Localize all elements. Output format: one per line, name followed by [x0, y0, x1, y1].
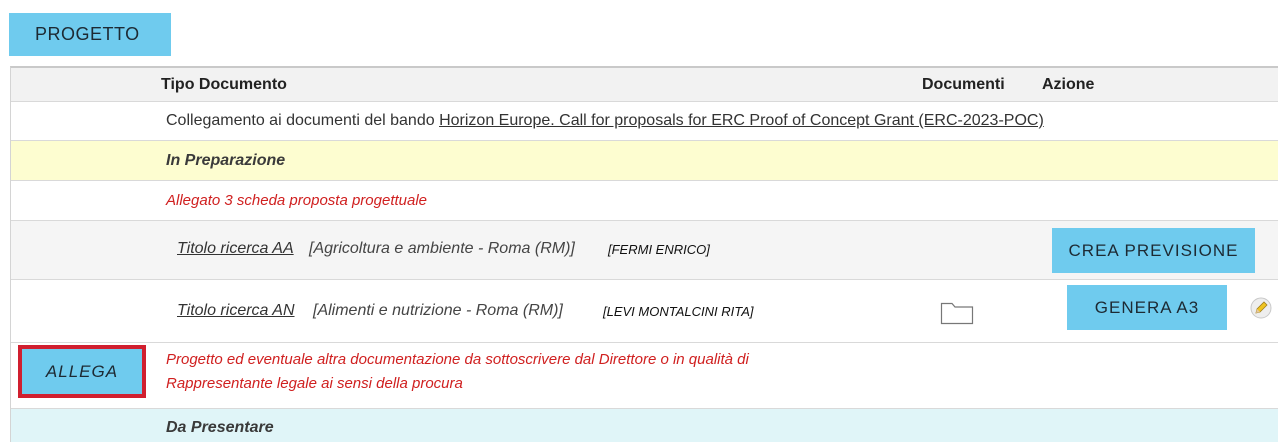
allega-description-line2: Rappresentante legale ai sensi della pro…: [166, 375, 463, 392]
bando-link-row: Collegamento ai documenti del bando Hori…: [11, 102, 1278, 141]
bando-link-text: Collegamento ai documenti del bando Hori…: [166, 112, 1044, 130]
allega-row: ALLEGA Progetto ed eventuale altra docum…: [11, 343, 1278, 409]
header-azione: Azione: [1042, 76, 1095, 93]
bando-link[interactable]: Horizon Europe. Call for proposals for E…: [439, 112, 1044, 129]
section-title-preparazione: In Preparazione: [166, 152, 286, 169]
section-in-preparazione: In Preparazione: [11, 141, 1278, 181]
item-title-link[interactable]: Titolo ricerca AA: [177, 240, 294, 258]
item-person: [FERMI ENRICO]: [608, 242, 710, 257]
folder-icon[interactable]: [940, 299, 974, 325]
section-da-presentare: Da Presentare: [11, 409, 1278, 442]
allega-button[interactable]: ALLEGA: [18, 345, 146, 398]
section-title-presentare: Da Presentare: [166, 419, 274, 436]
item-title-link[interactable]: Titolo ricerca AN: [177, 302, 295, 320]
allega-description-line1: Progetto ed eventuale altra documentazio…: [166, 351, 749, 368]
table-row: Titolo ricerca AN [Alimenti e nutrizione…: [11, 280, 1278, 343]
table-header-row: Tipo Documento Documenti Azione: [11, 68, 1278, 102]
crea-previsione-button[interactable]: CREA PREVISIONE: [1052, 228, 1255, 273]
documents-table: Tipo Documento Documenti Azione Collegam…: [10, 66, 1278, 442]
table-row: Titolo ricerca AA [Agricoltura e ambient…: [11, 221, 1278, 280]
header-tipo-documento: Tipo Documento: [161, 76, 287, 93]
allegato3-label: Allegato 3 scheda proposta progettuale: [166, 192, 428, 209]
bando-prefix: Collegamento ai documenti del bando: [166, 112, 440, 129]
item-person: [LEVI MONTALCINI RITA]: [603, 304, 754, 319]
genera-a3-button[interactable]: GENERA A3: [1067, 285, 1227, 330]
allegato3-row: Allegato 3 scheda proposta progettuale: [11, 181, 1278, 221]
progetto-tab[interactable]: PROGETTO: [9, 13, 171, 56]
item-area: [Alimenti e nutrizione - Roma (RM)]: [313, 302, 563, 319]
item-area: [Agricoltura e ambiente - Roma (RM)]: [309, 240, 575, 257]
header-documenti: Documenti: [922, 76, 1005, 93]
pencil-edit-icon[interactable]: [1250, 297, 1272, 319]
